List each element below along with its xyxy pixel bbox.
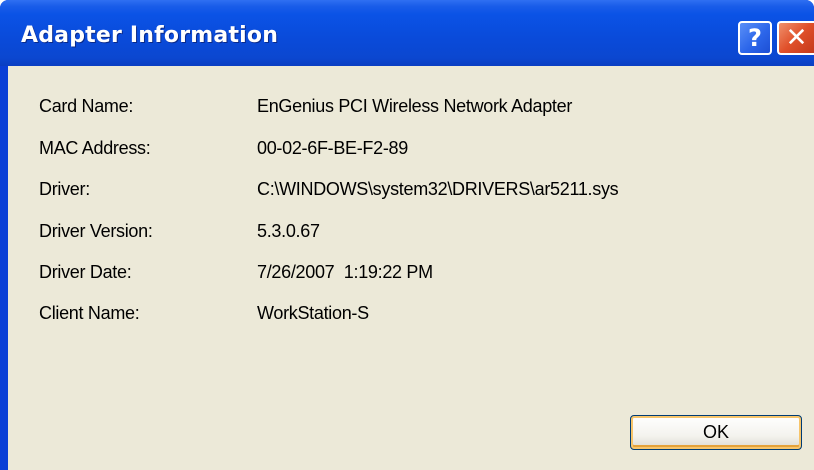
driver-date-value: 7/26/2007 1:19:22 PM xyxy=(257,262,433,282)
help-button[interactable]: ? xyxy=(738,21,772,55)
title-bar[interactable]: Adapter Information ? ✕ xyxy=(0,0,814,66)
driver-value: C:\WINDOWS\system32\DRIVERS\ar5211.sys xyxy=(257,179,619,199)
adapter-information-dialog: Adapter Information ? ✕ Card Name: EnGen… xyxy=(0,0,814,470)
driver-version-label: Driver Version: xyxy=(39,221,153,241)
driver-version-value: 5.3.0.67 xyxy=(257,221,320,241)
driver-label: Driver: xyxy=(39,179,90,199)
dialog-body: Card Name: EnGenius PCI Wireless Network… xyxy=(8,66,814,470)
close-icon: ✕ xyxy=(785,23,808,53)
card-name-label: Card Name: xyxy=(39,96,134,116)
info-row-driver: Driver: C:\WINDOWS\system32\DRIVERS\ar52… xyxy=(8,179,814,203)
info-row-driver-date: Driver Date: 7/26/2007 1:19:22 PM xyxy=(8,262,814,286)
mac-address-value: 00-02-6F-BE-F2-89 xyxy=(257,138,408,158)
client-name-label: Client Name: xyxy=(39,303,140,323)
info-row-card-name: Card Name: EnGenius PCI Wireless Network… xyxy=(8,96,814,120)
client-name-value: WorkStation-S xyxy=(257,303,369,323)
driver-date-label: Driver Date: xyxy=(39,262,132,282)
question-mark-icon: ? xyxy=(748,24,762,52)
mac-address-label: MAC Address: xyxy=(39,138,151,158)
card-name-value: EnGenius PCI Wireless Network Adapter xyxy=(257,96,573,116)
ok-button[interactable]: OK xyxy=(630,415,802,450)
info-row-mac-address: MAC Address: 00-02-6F-BE-F2-89 xyxy=(8,138,814,162)
window-title: Adapter Information xyxy=(21,23,279,48)
info-row-driver-version: Driver Version: 5.3.0.67 xyxy=(8,221,814,245)
close-button[interactable]: ✕ xyxy=(777,21,814,55)
info-row-client-name: Client Name: WorkStation-S xyxy=(8,303,814,327)
ok-button-label: OK xyxy=(702,422,729,442)
